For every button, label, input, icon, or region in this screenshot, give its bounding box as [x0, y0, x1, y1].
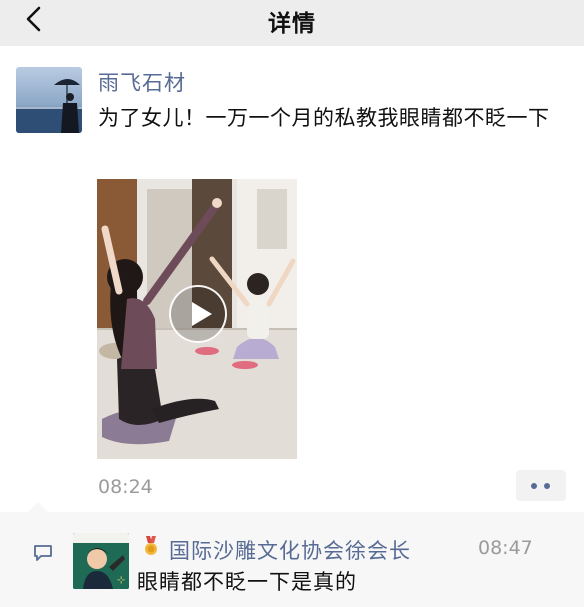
svg-text:⊹: ⊹ [117, 575, 125, 586]
post-text: 为了女儿！一万一个月的私教我眼睛都不眨一下 [98, 106, 550, 130]
dot [531, 483, 537, 489]
more-dots-icon[interactable] [516, 470, 566, 501]
top-bar: 详情 [0, 0, 584, 46]
avatar[interactable] [16, 67, 82, 133]
comment-time: 08:47 [478, 537, 533, 559]
comment-notch [28, 502, 48, 512]
comment-bubble-icon [34, 545, 52, 561]
play-icon[interactable] [169, 285, 227, 343]
comment-text: 眼睛都不眨一下是真的 [137, 570, 357, 594]
post-time: 08:24 [98, 476, 153, 498]
video-thumbnail[interactable] [97, 179, 297, 459]
dot [544, 483, 550, 489]
avatar-image [16, 67, 82, 133]
poster-username[interactable]: 雨飞石材 [98, 67, 186, 97]
page-title: 详情 [268, 11, 316, 37]
commenter-avatar-image: ⊹ [73, 533, 129, 589]
commenter-avatar[interactable]: ⊹ [73, 533, 129, 589]
commenter-name[interactable]: 国际沙雕文化协会徐会长 [169, 535, 411, 565]
medal-icon [145, 536, 157, 555]
